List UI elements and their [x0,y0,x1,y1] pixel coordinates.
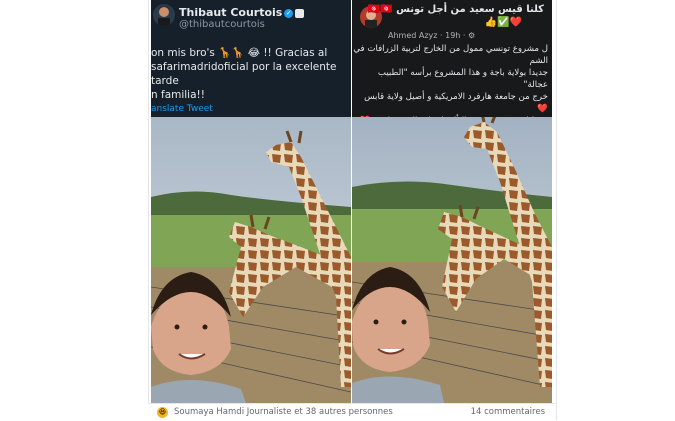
post-text: ل مشروع تونسي ممول من الخارج لتربية الزر… [352,43,548,127]
comments-count[interactable]: 14 commentaires [471,407,545,417]
author-name-row[interactable]: Thibaut Courtois ✓ [179,6,305,19]
tweet-header: Thibaut Courtois ✓ @thibautcourtois on mi… [151,0,351,117]
tweet-line: safarimadridoficial por la excelente tar… [151,61,337,87]
post-line: جديدا بولاية باجة و هذا المشروع برأسه "ا… [377,68,548,90]
selfie-with-giraffes-image [352,117,552,403]
tunisian-flag-icons: 🇹🇳🇹🇳 [367,4,393,15]
tweet-line: on mis bro's 🦒🦒 😂 !! Gracias al [151,47,328,59]
post-line: خرج من جامعة هارفرد الامريكية و أصيل ولا… [364,92,548,114]
tweet-photo[interactable] [151,117,351,403]
avatar-photo-icon [153,4,175,26]
fb-post-photo[interactable] [352,117,552,403]
post-line: ل مشروع تونسي ممول من الخارج لتربية الزر… [353,44,548,66]
author-name: Thibaut Courtois [179,6,283,19]
page-name: كلنا قيس سعيد من أجل تونس [396,4,544,15]
shared-post-card: Thibaut Courtois ✓ @thibautcourtois on mi… [148,0,557,420]
post-footer: 😆 Soumaya Hamdi Journaliste et 38 autres… [148,403,555,421]
page-name-row[interactable]: كلنا قيس سعيد من أجل تونس 🇹🇳🇹🇳 [368,4,544,15]
emoji-line: 👍✅❤️ [484,17,522,28]
translate-tweet-link[interactable]: anslate Tweet [151,104,213,114]
author-handle[interactable]: @thibautcourtois [179,19,265,30]
right-screenshot-facebook: كلنا قيس سعيد من أجل تونس 🇹🇳🇹🇳 👍✅❤️ Ahme… [352,0,552,403]
post-meta[interactable]: Ahmed Azyz · 19h · ⚙ [388,31,475,40]
selfie-with-giraffes-image [151,117,351,403]
tweet-text: on mis bro's 🦒🦒 😂 !! Gracias al safarima… [151,46,351,102]
affiliate-badge-icon [295,8,305,18]
verified-check-icon: ✓ [284,8,294,18]
tweet-line: n familia!! [151,89,205,101]
avatar[interactable] [153,4,175,26]
reactions-summary[interactable]: Soumaya Hamdi Journaliste et 38 autres p… [174,407,393,417]
left-screenshot-twitter: Thibaut Courtois ✓ @thibautcourtois on mi… [151,0,351,403]
haha-reaction-icon[interactable]: 😆 [157,407,168,418]
fb-post-header: كلنا قيس سعيد من أجل تونس 🇹🇳🇹🇳 👍✅❤️ Ahme… [352,0,552,126]
